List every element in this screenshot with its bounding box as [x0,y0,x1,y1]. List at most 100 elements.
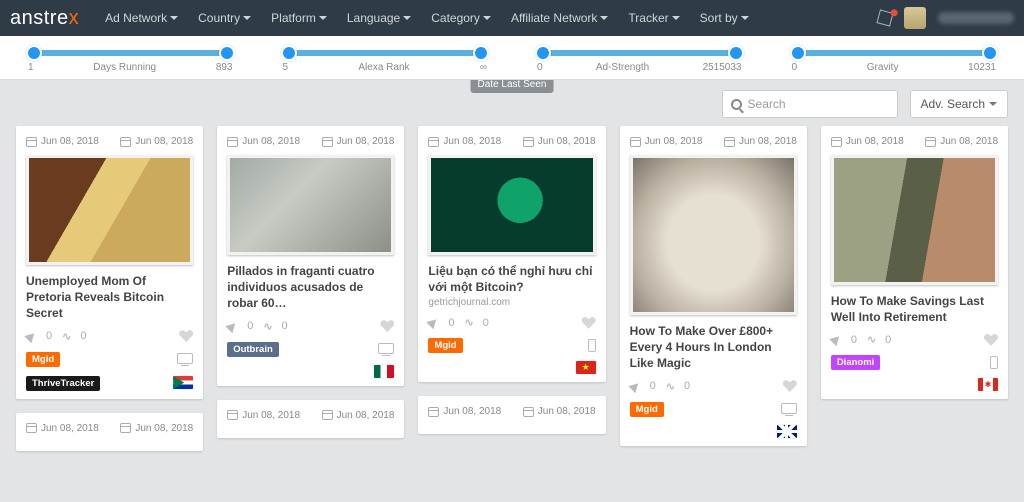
strength-value: 0 [247,320,253,332]
date-start: Jun 08, 2018 [227,410,300,421]
nav-affiliate-network[interactable]: Affiliate Network [503,5,616,31]
advanced-search-button[interactable]: Adv. Search [910,90,1008,118]
favorite-icon[interactable] [582,317,596,329]
nav-ad-network[interactable]: Ad Network [97,5,186,31]
ad-card[interactable]: Jun 08, 2018Jun 08, 2018How To Make Savi… [821,126,1008,399]
strength-icon [225,319,238,332]
ad-card[interactable]: Jun 08, 2018Jun 08, 2018 [16,413,203,451]
calendar-icon [26,423,37,433]
calendar-icon [322,410,333,420]
ad-card[interactable]: Jun 08, 2018Jun 08, 2018 [418,396,605,434]
slider-min: 5 [283,62,289,73]
slider-label: Gravity [867,62,899,73]
slider-handle-max[interactable] [219,45,235,61]
slider-min: 1 [28,62,34,73]
calendar-icon [227,137,238,147]
mobile-icon [588,339,596,352]
ad-stats: 0∿0 [630,380,797,393]
date-end: Jun 08, 2018 [724,136,797,147]
ad-card[interactable]: Jun 08, 2018 Jun 08, 2018 Liệu bạn có thể … [418,126,605,382]
caret-down-icon [741,16,749,20]
ad-stats: 0∿0 [26,330,193,343]
mobile-icon [990,356,998,369]
desktop-icon [177,353,193,364]
trend-value: 0 [282,320,288,332]
top-bar: anstrex Ad NetworkCountryPlatformLanguag… [0,0,1024,36]
avatar[interactable] [904,7,926,29]
strength-value: 0 [448,317,454,329]
slider-track[interactable] [289,50,482,56]
country-flag [576,361,596,374]
slider-handle-max[interactable] [982,45,998,61]
ad-thumbnail[interactable] [227,155,394,255]
ad-thumbnail[interactable] [831,155,998,285]
slider-label: Ad-Strength [596,62,649,73]
favorite-icon[interactable] [984,334,998,346]
slider-ad-strength: 0Ad-Strength2515033 [537,50,742,73]
caret-down-icon [319,16,327,20]
date-end: Jun 08, 2018 [523,136,596,147]
calendar-icon [120,423,131,433]
slider-track[interactable] [543,50,736,56]
strength-value: 0 [851,334,857,346]
favorite-icon[interactable] [380,320,394,332]
slider-handle-min[interactable] [281,45,297,61]
caret-down-icon [243,16,251,20]
calendar-icon [523,137,534,147]
country-flag [173,376,193,389]
ad-card[interactable]: Jun 08, 2018Jun 08, 2018 [217,400,404,438]
network-tag: Dianomi [831,355,880,370]
ad-domain: getrichjournal.com [428,297,595,308]
network-tag: Mgid [26,352,60,367]
nav-tracker[interactable]: Tracker [620,5,687,31]
date-start: Jun 08, 2018 [26,136,99,147]
slider-handle-min[interactable] [26,45,42,61]
favorite-icon[interactable] [179,330,193,342]
caret-down-icon [170,16,178,20]
logo[interactable]: anstrex [10,7,79,30]
trend-value: 0 [483,317,489,329]
nav-platform[interactable]: Platform [263,5,335,31]
ad-thumbnail[interactable] [26,155,193,265]
calendar-icon [831,137,842,147]
favorite-icon[interactable] [783,380,797,392]
ad-card[interactable]: Jun 08, 2018Jun 08, 2018Pillados in frag… [217,126,404,386]
nav-category[interactable]: Category [423,5,499,31]
user-name[interactable] [938,12,1014,24]
network-tag: Outbrain [227,342,279,357]
ad-thumbnail[interactable] [428,155,595,255]
slider-handle-min[interactable] [790,45,806,61]
search-row: Date Last Seen Search Adv. Search [0,80,1024,122]
nav-country[interactable]: Country [190,5,259,31]
notifications-icon[interactable] [876,9,893,26]
ad-card[interactable]: Jun 08, 2018Jun 08, 2018Unemployed Mom O… [16,126,203,399]
ad-card[interactable]: Jun 08, 2018Jun 08, 2018How To Make Over… [620,126,807,446]
network-tag: Mgid [630,402,664,417]
nav-language[interactable]: Language [339,5,419,31]
nav-sort-by[interactable]: Sort by [692,5,757,31]
ad-title: Liệu bạn có thể nghỉ hưu chỉ với một Bit… [428,263,595,295]
caret-down-icon [672,16,680,20]
ad-thumbnail[interactable] [630,155,797,315]
strength-icon [427,316,440,329]
search-input[interactable]: Search [722,90,898,118]
slider-handle-max[interactable] [473,45,489,61]
ad-title: How To Make Over £800+ Every 4 Hours In … [630,323,797,372]
slider-track[interactable] [34,50,227,56]
slider-handle-max[interactable] [728,45,744,61]
slider-days-running: 1 Days Running 893 [28,50,233,73]
country-flag [777,425,797,438]
slider-max: 10231 [968,62,996,73]
calendar-icon [227,410,238,420]
trend-value: 0 [80,330,86,342]
slider-label: Days Running [93,62,156,73]
strength-value: 0 [650,380,656,392]
date-start: Jun 08, 2018 [227,136,300,147]
main-nav: Ad NetworkCountryPlatformLanguageCategor… [97,5,757,31]
slider-max: 893 [216,62,233,73]
slider-track[interactable] [798,50,991,56]
date-start: Jun 08, 2018 [428,136,501,147]
calendar-icon [120,137,131,147]
slider-handle-min[interactable] [535,45,551,61]
ad-stats: 0∿0 [227,320,394,333]
